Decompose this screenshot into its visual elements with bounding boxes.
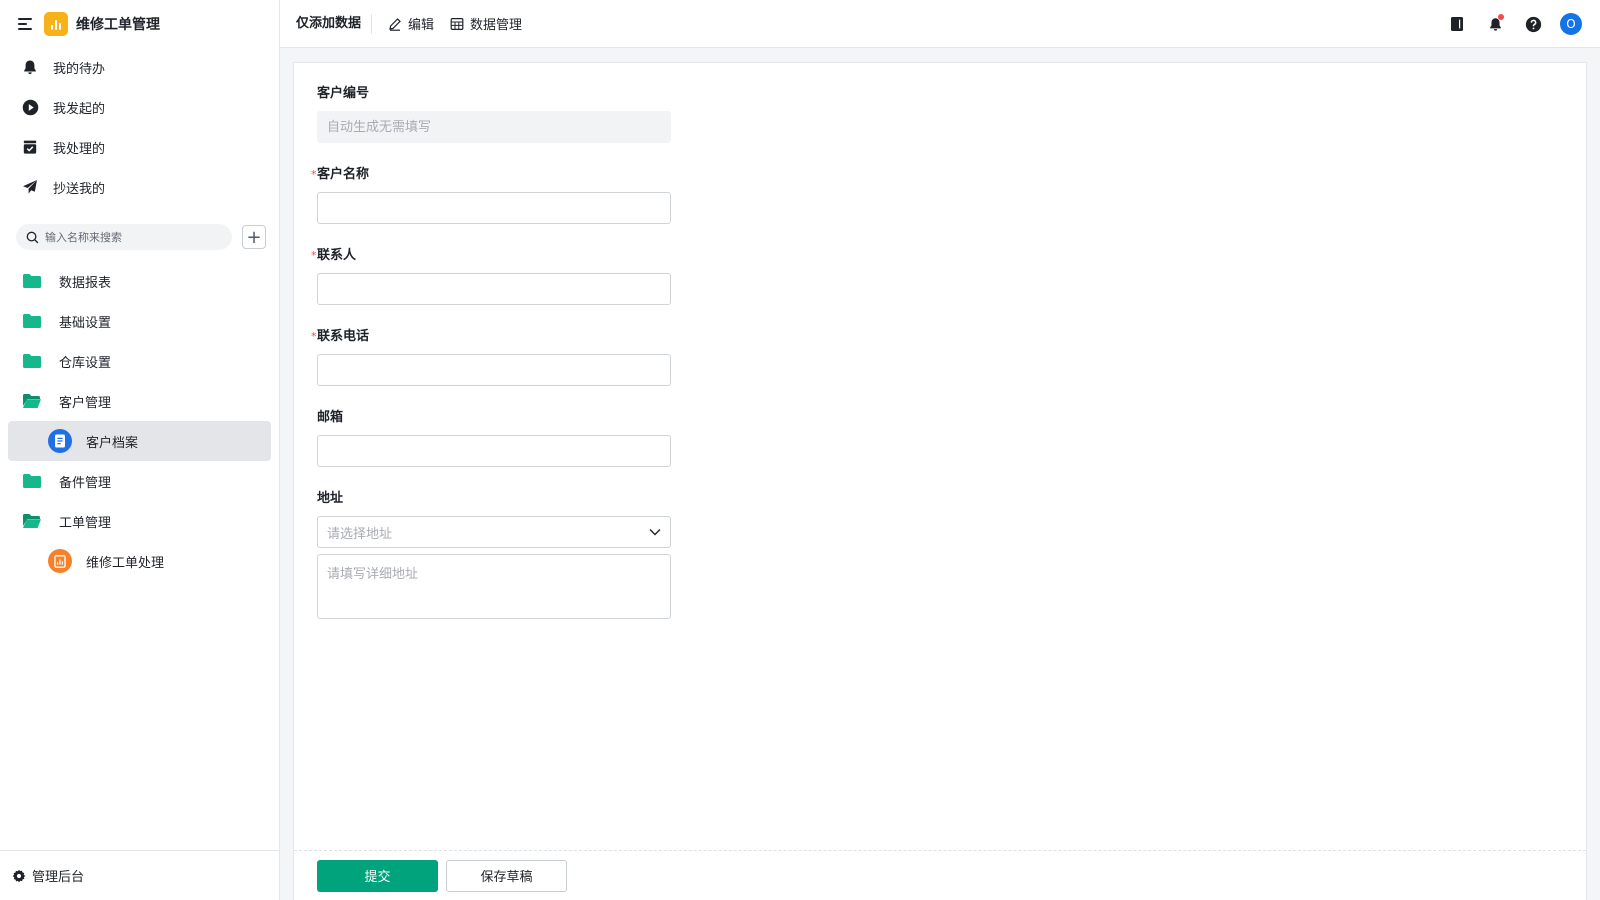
topbar-actions: O: [1446, 0, 1600, 48]
user-avatar[interactable]: O: [1560, 13, 1582, 35]
tree-folder-basic-settings[interactable]: 基础设置: [0, 301, 279, 341]
tree-folder-label: 基础设置: [59, 315, 112, 331]
add-button[interactable]: +: [242, 225, 266, 249]
nav-item-handled[interactable]: 我处理的: [0, 127, 279, 167]
nav-item-todo[interactable]: 我的待办: [0, 47, 279, 87]
document-icon: [48, 429, 72, 453]
folder-open-icon: [22, 513, 42, 529]
search-input[interactable]: [45, 230, 215, 244]
nav-item-label: 抄送我的: [53, 181, 106, 197]
email-input[interactable]: [317, 435, 671, 467]
notification-dot: [1498, 14, 1504, 20]
tree-folder-customer-management[interactable]: 客户管理: [0, 381, 279, 421]
menu-toggle-icon[interactable]: [18, 17, 34, 31]
tree-folder-warehouse-settings[interactable]: 仓库设置: [0, 341, 279, 381]
required-mark: *: [311, 168, 317, 181]
folder-icon: [22, 473, 42, 489]
tree-folder-label: 仓库设置: [59, 355, 112, 371]
app-logo-icon: [44, 11, 68, 36]
phone-input[interactable]: [317, 354, 671, 386]
app-title: 维修工单管理: [76, 16, 160, 33]
field-label: 客户编号: [317, 86, 370, 101]
address-select[interactable]: 请选择地址: [317, 516, 671, 548]
edit-button[interactable]: 编辑: [388, 14, 434, 33]
address-select-placeholder: 请选择地址: [327, 526, 393, 542]
field-label: * 联系电话: [311, 329, 370, 344]
paper-plane-icon: [21, 178, 39, 196]
search-row: +: [0, 221, 279, 253]
form-card: 客户编号 *客户名称 *联系人 *联系电话 邮箱 地址 请选择地址 提交 保存草…: [293, 62, 1587, 900]
save-draft-button[interactable]: 保存草稿: [446, 859, 567, 892]
tree-page-repair-workorder[interactable]: 维修工单处理: [8, 541, 271, 581]
table-icon: [450, 17, 464, 31]
customer-name-input[interactable]: [317, 192, 671, 224]
tree-folder-label: 备件管理: [59, 475, 112, 491]
field-address: 地址 请选择地址: [317, 490, 671, 619]
address-detail-textarea[interactable]: [317, 554, 671, 619]
help-icon[interactable]: [1522, 13, 1544, 35]
nav-item-initiated[interactable]: 我发起的: [0, 87, 279, 127]
folder-icon: [22, 313, 42, 329]
nav-item-label: 我的待办: [53, 61, 106, 77]
tree-page-label: 客户档案: [86, 435, 139, 451]
required-mark: *: [311, 249, 317, 262]
pencil-icon: [388, 17, 402, 31]
folder-icon: [22, 353, 42, 369]
tree-folder-label: 工单管理: [59, 515, 112, 531]
field-label: * 客户名称: [311, 167, 370, 182]
report-icon: [48, 549, 72, 573]
app-tree: 数据报表 基础设置 仓库设置 客户管理 客户档案 备件管理 工单管理 维修工单处…: [0, 261, 279, 581]
nav-item-cc[interactable]: 抄送我的: [0, 167, 279, 207]
tree-folder-reports[interactable]: 数据报表: [0, 261, 279, 301]
notification-bell-icon[interactable]: [1484, 13, 1506, 35]
app-header: 维修工单管理: [0, 0, 279, 47]
inbox-check-icon: [21, 138, 39, 156]
admin-console-link[interactable]: 管理后台: [0, 850, 279, 900]
field-label: * 联系人: [311, 248, 357, 263]
bell-icon: [21, 58, 39, 76]
sidebar: 维修工单管理 我的待办 我发起的 我处理的 抄送我的 + 数据: [0, 0, 280, 900]
nav-item-label: 我处理的: [53, 141, 106, 157]
tree-folder-parts-management[interactable]: 备件管理: [0, 461, 279, 501]
submit-button[interactable]: 提交: [317, 859, 438, 892]
page-title: 仅添加数据: [296, 13, 373, 34]
tree-folder-workorder-management[interactable]: 工单管理: [0, 501, 279, 541]
tree-folder-label: 客户管理: [59, 395, 112, 411]
contact-input[interactable]: [317, 273, 671, 305]
nav-item-label: 我发起的: [53, 101, 106, 117]
field-customer-no: 客户编号: [317, 85, 671, 143]
notebook-icon[interactable]: [1446, 13, 1468, 35]
search-box: [16, 224, 232, 250]
data-management-button[interactable]: 数据管理: [450, 14, 522, 33]
field-label: 地址: [317, 491, 344, 506]
field-customer-name: * 客户名称: [311, 166, 671, 224]
tree-page-customer-archive[interactable]: 客户档案: [8, 421, 271, 461]
topbar: 仅添加数据 编辑 数据管理 O: [280, 0, 1600, 48]
tree-page-label: 维修工单处理: [86, 555, 165, 571]
field-phone: * 联系电话: [311, 328, 671, 386]
field-email: 邮箱: [317, 409, 671, 467]
folder-open-icon: [22, 393, 42, 409]
play-circle-icon: [21, 98, 39, 116]
form-footer: 提交 保存草稿: [294, 850, 1586, 900]
field-contact: * 联系人: [311, 247, 671, 305]
edit-label: 编辑: [408, 18, 435, 33]
admin-console-label: 管理后台: [32, 870, 85, 885]
chevron-down-icon: [649, 529, 661, 536]
required-mark: *: [311, 330, 317, 343]
field-label: 邮箱: [317, 410, 344, 425]
folder-icon: [22, 273, 42, 289]
search-icon: [26, 231, 39, 243]
tree-folder-label: 数据报表: [59, 275, 112, 291]
customer-no-input: [317, 111, 671, 143]
data-management-label: 数据管理: [470, 18, 523, 33]
gear-icon: [12, 869, 26, 882]
